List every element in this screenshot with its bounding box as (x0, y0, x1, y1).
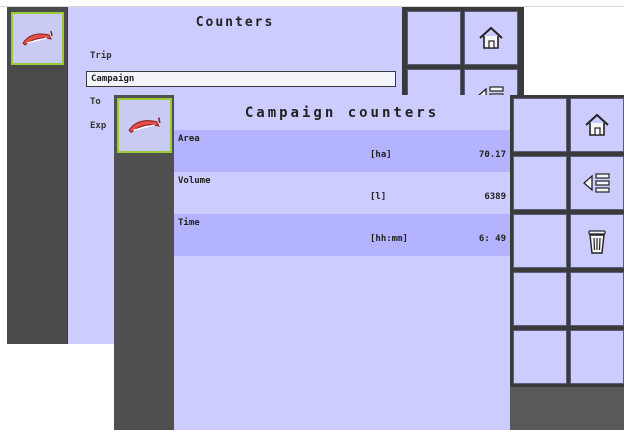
counter-row-time: Time [hh:mm] 6: 49 (174, 214, 510, 256)
campaign-counters-screen: Campaign counters Area [ha] 70.17 Volume… (114, 95, 624, 430)
menu-item-label: Campaign (91, 74, 135, 84)
menu-item-to[interactable]: To (90, 97, 101, 107)
blank-button[interactable] (570, 330, 624, 384)
left-column (7, 7, 67, 344)
page-title: Campaign counters (244, 105, 440, 121)
counter-row-volume: Volume [l] 6389 (174, 172, 510, 214)
counter-value: 70.17 (478, 150, 506, 160)
blank-button[interactable] (513, 98, 567, 152)
home-button[interactable] (570, 98, 624, 152)
counter-row-area: Area [ha] 70.17 (174, 130, 510, 172)
left-column (114, 95, 174, 430)
counter-value: 6389 (484, 192, 506, 202)
sprayer-logo-icon (21, 30, 53, 46)
home-icon (585, 113, 609, 136)
reset-button[interactable] (570, 214, 624, 268)
app-logo[interactable] (117, 98, 172, 153)
app-logo[interactable] (11, 12, 64, 65)
button-column (510, 95, 624, 430)
counter-label: Time (178, 218, 200, 228)
home-button[interactable] (464, 11, 518, 65)
counter-label: Area (178, 134, 200, 144)
counter-unit: [l] (370, 192, 387, 202)
back-arrow-icon (583, 173, 610, 193)
menu-item-trip[interactable]: Trip (90, 51, 112, 61)
menu-item-exp[interactable]: Exp (90, 121, 106, 131)
back-button[interactable] (570, 156, 624, 210)
counter-value: 6: 49 (478, 234, 506, 244)
page-title: Counters (195, 15, 275, 30)
blank-button[interactable] (570, 272, 624, 326)
trash-icon (588, 230, 606, 254)
blank-button[interactable] (513, 330, 567, 384)
blank-button[interactable] (407, 11, 461, 65)
counter-unit: [ha] (370, 150, 392, 160)
campaign-counters-panel: Campaign counters Area [ha] 70.17 Volume… (174, 95, 510, 430)
blank-button[interactable] (513, 156, 567, 210)
top-edge (0, 0, 624, 7)
menu-item-campaign[interactable]: Campaign (86, 71, 396, 87)
counter-unit: [hh:mm] (370, 234, 408, 244)
counter-label: Volume (178, 176, 211, 186)
blank-button[interactable] (513, 272, 567, 326)
sprayer-logo-icon (127, 116, 161, 133)
blank-button[interactable] (513, 214, 567, 268)
button-column-footer (510, 387, 624, 430)
home-icon (479, 26, 503, 49)
